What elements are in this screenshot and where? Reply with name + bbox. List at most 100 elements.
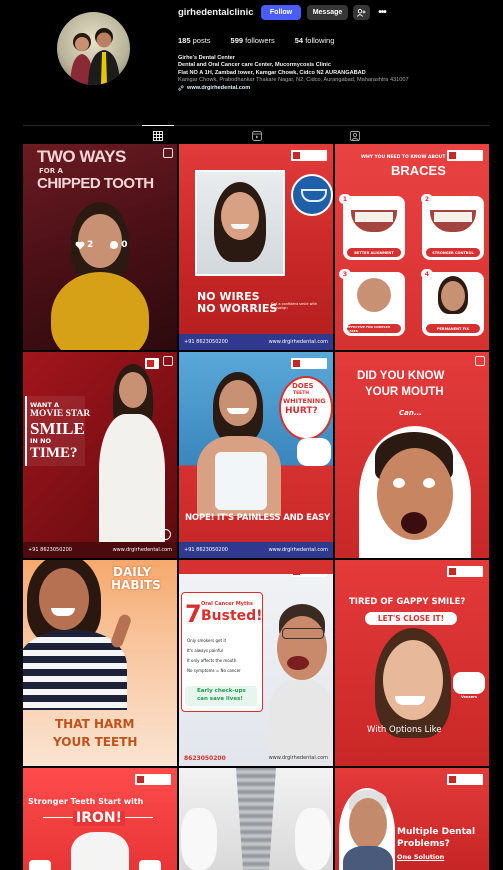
phone-text: +91 8623050200: [184, 339, 228, 345]
phone-text: +91 8623050200: [184, 547, 228, 553]
tab-posts[interactable]: [153, 128, 163, 141]
post-title-line-1: NO WIRES: [197, 290, 260, 303]
follow-button[interactable]: Follow: [261, 5, 301, 20]
post-no-wires[interactable]: NO WIRES NO WORRIES Get a confident smil…: [179, 144, 333, 350]
reel-icon: [163, 356, 173, 366]
bubble-line-1: DOES: [292, 382, 314, 390]
post-teeth-whitening[interactable]: DOES TEETH WHITENING HURT? NOPE! IT'S PA…: [179, 352, 333, 558]
post-oral-cancer-myths[interactable]: 7 Oral Cancer Myths Busted! Only smokers…: [179, 560, 333, 766]
post-title-line-2: NO WORRIES: [197, 302, 278, 315]
clinic-logo: [447, 566, 483, 577]
post-line-2: YOUR MOUTH: [365, 386, 444, 398]
following-stat[interactable]: 54 following: [295, 36, 335, 45]
post-stats-overlay: 2 0: [75, 240, 128, 250]
posts-stat: 185 posts: [178, 36, 211, 45]
clinic-logo: [447, 150, 483, 161]
myths-title-2: Busted!: [201, 608, 263, 624]
bio-name: Girhe's Dental Center: [178, 55, 235, 61]
post-line-3: With Options Like: [367, 725, 442, 735]
card-caption-3: EFFECTIVE FOR COMPLEX CASES: [347, 324, 401, 333]
post-multiple-problems[interactable]: Multiple Dental Problems? One Solution: [335, 768, 489, 870]
post-movie-star-smile[interactable]: WANT A MOVIE STAR SMILE IN NO TIME? +91 …: [23, 352, 177, 558]
post-chipped-tooth[interactable]: TWO WAYS FOR A CHIPPED TOOTH 2 0: [23, 144, 177, 350]
myth-4: No symptoms = No cancer: [187, 668, 241, 673]
bio-line-2: Flat NO A 1H, Zambad tower, Kamgar Chowk…: [178, 69, 366, 76]
post-line-3: One Solution: [397, 853, 445, 861]
card-caption-1: BETTER ALIGNMENT: [347, 248, 401, 257]
myth-2: It's always painful: [187, 648, 223, 653]
more-options-button[interactable]: •••: [374, 5, 390, 20]
post-footer-text: NOPE! IT'S PAINLESS AND EASY: [185, 513, 330, 523]
braces-card-4: PERMANENT FIX: [422, 272, 484, 336]
post-footer: +91 8623050200 www.drgirhedental.com: [23, 542, 177, 558]
post-bottom-line-2: YOUR TEETH: [53, 735, 138, 749]
tab-tagged[interactable]: [350, 128, 360, 141]
post-footer: 8623050200 www.drgirhedental.com: [179, 750, 333, 766]
bio-line-1: Dental and Oral Cancer care Center, Muco…: [178, 62, 331, 69]
heart-icon: [75, 241, 85, 249]
message-button[interactable]: Message: [307, 5, 348, 20]
photo-frame: [195, 170, 285, 276]
pointing-hand: [109, 612, 133, 650]
card-number-4: 4: [421, 269, 433, 279]
like-count: 2: [87, 240, 94, 250]
food-icon-left: [29, 860, 51, 870]
add-user-button[interactable]: [353, 5, 370, 20]
post-dental-implant[interactable]: [179, 768, 333, 870]
post-line-2: LET'S CLOSE IT!: [365, 612, 457, 625]
post-bottom-line-1: THAT HARM: [55, 717, 135, 731]
post-line-2: Problems?: [397, 839, 450, 849]
braces-card-2: STRONGER CONTROL: [422, 196, 484, 260]
post-line-2: IRON!: [73, 811, 125, 826]
link-icon: [178, 85, 184, 91]
cta-line-2: can save lives!: [197, 696, 243, 702]
myth-1: Only smokers get it: [187, 638, 227, 643]
post-gappy-smile[interactable]: TIRED OF GAPPY SMILE? LET'S CLOSE IT! Ve…: [335, 560, 489, 766]
post-title: BRACES: [391, 163, 446, 178]
post-title-line-1: TWO WAYS: [37, 147, 126, 166]
card-caption-2: STRONGER CONTROL: [426, 248, 480, 257]
post-braces[interactable]: WHY YOU NEED TO KNOW ABOUT BRACES BETTER…: [335, 144, 489, 350]
active-tab-indicator: [142, 125, 174, 126]
tooth-left: [181, 808, 217, 870]
web-text: www.drgirhedental.com: [268, 339, 328, 345]
post-daily-habits[interactable]: DAILY HABITS THAT HARM YOUR TEETH: [23, 560, 177, 766]
post-iron-teeth[interactable]: Stronger Teeth Start with IRON!: [23, 768, 177, 870]
post-line-1: Multiple Dental: [397, 827, 476, 837]
followers-stat[interactable]: 599 followers: [231, 36, 275, 45]
tab-reels[interactable]: [252, 128, 262, 141]
veneer-teeth-icon: [453, 672, 485, 694]
comment-icon: [110, 240, 119, 249]
braces-card-3: EFFECTIVE FOR COMPLEX CASES: [343, 272, 405, 336]
bio-link[interactable]: www.drgirhedental.com: [178, 85, 498, 92]
carousel-icon: [163, 148, 173, 158]
reels-icon: [252, 131, 262, 141]
bio-link-text[interactable]: www.drgirhedental.com: [187, 85, 250, 92]
clinic-logo: [447, 774, 483, 785]
glasses: [282, 628, 324, 639]
food-icon-right: [139, 860, 161, 870]
veneers-tag: Veneers: [461, 695, 477, 699]
tooth-right: [295, 808, 331, 870]
profile-avatar[interactable]: [57, 12, 130, 85]
post-line-1: TIRED OF GAPPY SMILE?: [349, 597, 466, 607]
grid-icon: [153, 131, 163, 141]
post-title-line-3: CHIPPED TOOTH: [37, 175, 154, 192]
post-line-1: WANT A: [30, 401, 60, 409]
post-did-you-know[interactable]: DID YOU KNOW YOUR MOUTH Can...: [335, 352, 489, 558]
clinic-logo: [135, 774, 171, 785]
card-number-3: 3: [339, 269, 351, 279]
clinic-logo: [291, 150, 327, 161]
myths-title-1: Oral Cancer Myths: [201, 601, 253, 607]
reel-icon: [475, 356, 485, 366]
card-number-2: 2: [421, 194, 433, 204]
braces-card-1: BETTER ALIGNMENT: [343, 196, 405, 260]
web-text: www.drgirhedental.com: [268, 547, 328, 553]
web-text: www.drgirhedental.com: [112, 547, 172, 553]
web-text: www.drgirhedental.com: [268, 755, 328, 761]
comment-count: 0: [121, 240, 128, 250]
add-user-icon: [357, 8, 366, 17]
tooth-icon: [71, 832, 129, 870]
bubble-line-2: TEETH: [293, 391, 310, 396]
profile-stats: 185 posts 599 followers 54 following: [178, 36, 334, 45]
